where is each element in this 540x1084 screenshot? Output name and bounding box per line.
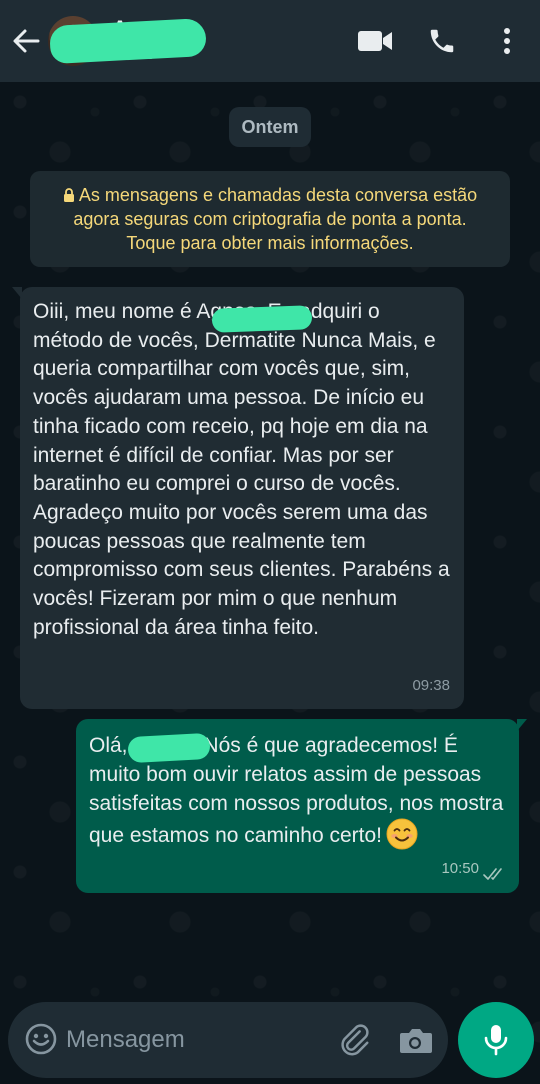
message-composer [8, 1002, 448, 1078]
voice-call-button[interactable] [422, 22, 462, 60]
smiling-face-emoji-icon [386, 818, 418, 850]
message-text: Oiii, meu nome é Agnes. Eu adquiri o mét… [33, 300, 456, 639]
paperclip-icon[interactable] [338, 1022, 376, 1060]
encryption-notice[interactable]: As mensagens e chamadas desta conversa e… [30, 171, 510, 267]
more-options-button[interactable] [494, 22, 520, 60]
camera-icon[interactable] [396, 1022, 434, 1060]
video-call-icon [358, 31, 392, 51]
message-bubble-outgoing[interactable]: Olá, Agnes! Nós é que agradecemos! É mui… [76, 719, 527, 893]
video-call-button[interactable] [354, 24, 396, 58]
emoji-icon[interactable] [24, 1022, 58, 1056]
lock-icon [63, 188, 74, 202]
back-arrow-icon [13, 29, 40, 53]
more-vert-icon [504, 28, 510, 54]
message-time: 09:38 [412, 677, 450, 695]
message-input[interactable] [66, 1018, 326, 1062]
back-button[interactable] [10, 26, 42, 56]
whatsapp-chat-screen: Agnes online Ontem As me [0, 0, 540, 1084]
phone-icon [430, 29, 454, 53]
redaction-mark [211, 305, 313, 333]
chat-header: Agnes online [0, 0, 540, 82]
message-bubble-incoming[interactable]: Oiii, meu nome é Agnes. Eu adquiri o mét… [12, 287, 464, 709]
read-receipt-icon [483, 868, 502, 880]
voice-message-button[interactable] [458, 1002, 534, 1078]
message-time: 10:50 [441, 860, 479, 877]
microphone-icon [484, 1025, 508, 1056]
redaction-mark [127, 732, 211, 764]
encryption-notice-text: As mensagens e chamadas desta conversa e… [73, 185, 478, 253]
date-separator: Ontem [229, 107, 311, 147]
redaction-mark [49, 17, 207, 65]
